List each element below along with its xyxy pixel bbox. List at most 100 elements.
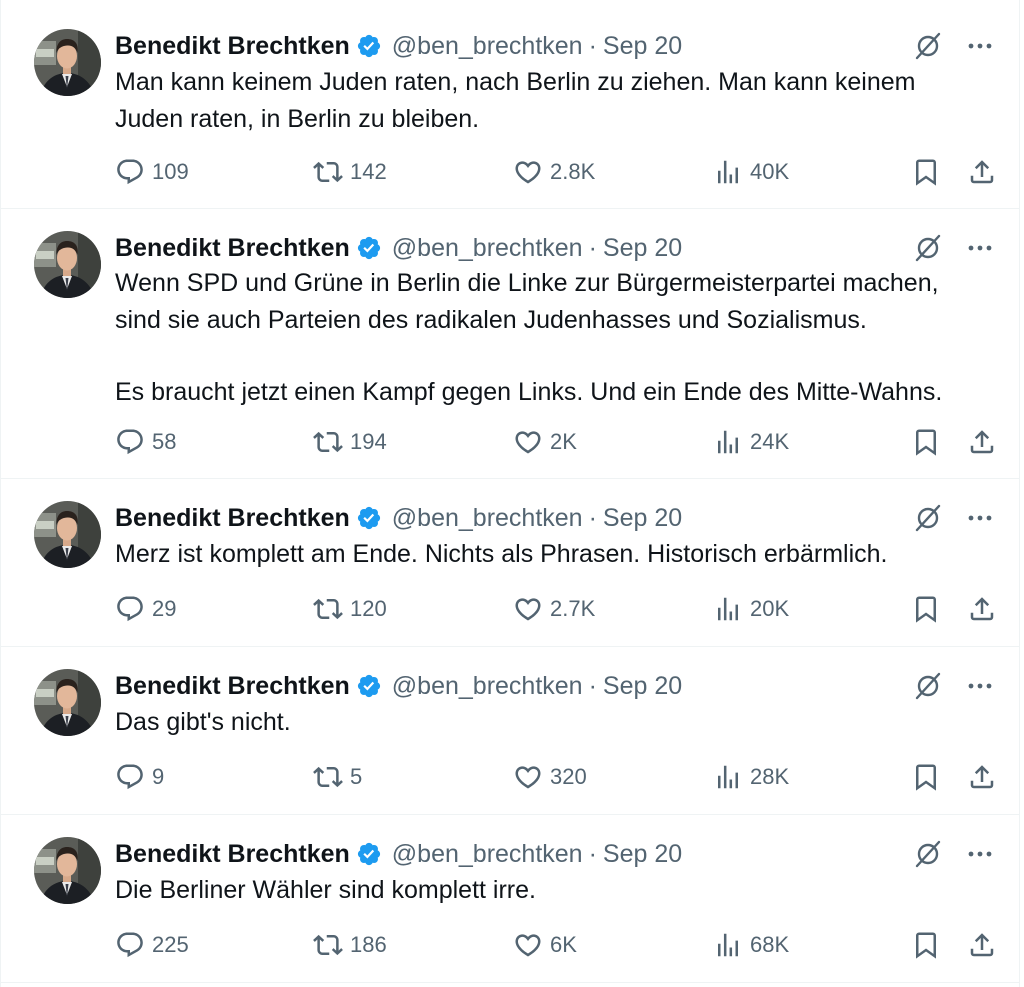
grok-icon[interactable]: [913, 233, 943, 263]
avatar[interactable]: [34, 501, 101, 568]
avatar[interactable]: [34, 669, 101, 736]
views-button[interactable]: 20K: [713, 594, 789, 624]
verified-badge-icon[interactable]: [356, 235, 382, 261]
share-button[interactable]: [967, 594, 997, 624]
share-icon: [970, 160, 994, 184]
more-icon[interactable]: [965, 839, 995, 869]
share-button[interactable]: [967, 427, 997, 457]
tweet-actions: 58 194 2K 24K: [115, 427, 994, 457]
tweet[interactable]: Benedikt Brechtken @ben_brechtken · Sep …: [1, 815, 1019, 983]
share-button[interactable]: [967, 157, 997, 187]
views-icon: [718, 430, 738, 454]
tweet-date[interactable]: Sep 20: [603, 234, 682, 263]
bookmark-button[interactable]: [911, 427, 941, 457]
more-icon[interactable]: [965, 671, 995, 701]
like-button[interactable]: 6K: [513, 930, 577, 960]
tweet-date[interactable]: Sep 20: [603, 672, 682, 701]
tweet-date[interactable]: Sep 20: [603, 32, 682, 61]
author-name[interactable]: Benedikt Brechtken: [115, 840, 350, 869]
separator-dot: ·: [588, 31, 597, 60]
like-button[interactable]: 2.7K: [513, 594, 595, 624]
views-icon: [718, 597, 738, 621]
author-name[interactable]: Benedikt Brechtken: [115, 32, 350, 61]
reply-button[interactable]: 9: [115, 762, 164, 792]
more-icon[interactable]: [965, 31, 995, 61]
author-handle[interactable]: @ben_brechtken: [392, 32, 583, 61]
grok-icon[interactable]: [913, 503, 943, 533]
author-handle[interactable]: @ben_brechtken: [392, 234, 583, 263]
author-handle[interactable]: @ben_brechtken: [392, 672, 583, 701]
retweet-count: 5: [350, 764, 363, 789]
retweet-icon: [313, 431, 343, 453]
verified-badge-icon[interactable]: [356, 33, 382, 59]
views-count: 40K: [750, 159, 790, 184]
separator-dot: ·: [588, 839, 597, 868]
reply-icon: [117, 932, 143, 958]
tweet-paragraph: Die Berliner Wähler sind komplett irre.: [115, 876, 536, 904]
reply-count: 9: [152, 764, 165, 789]
retweet-button[interactable]: 194: [313, 427, 387, 457]
grok-icon[interactable]: [913, 671, 943, 701]
reply-button[interactable]: 225: [115, 930, 189, 960]
verified-badge-icon[interactable]: [356, 505, 382, 531]
reply-button[interactable]: 109: [115, 157, 189, 187]
verified-badge-icon[interactable]: [356, 673, 382, 699]
verified-badge-icon[interactable]: [356, 841, 382, 867]
more-icon[interactable]: [965, 233, 995, 263]
tweet-paragraph: Das gibt's nicht.: [115, 708, 291, 736]
author-name[interactable]: Benedikt Brechtken: [115, 672, 350, 701]
retweet-button[interactable]: 120: [313, 594, 387, 624]
grok-icon[interactable]: [913, 31, 943, 61]
views-button[interactable]: 28K: [713, 762, 789, 792]
retweet-icon: [313, 598, 343, 620]
bookmark-button[interactable]: [911, 930, 941, 960]
like-button[interactable]: 320: [513, 762, 587, 792]
tweet-header: Benedikt Brechtken @ben_brechtken · Sep …: [115, 501, 995, 535]
views-button[interactable]: 68K: [713, 930, 789, 960]
avatar[interactable]: [34, 837, 101, 904]
retweet-button[interactable]: 186: [313, 930, 387, 960]
bookmark-button[interactable]: [911, 157, 941, 187]
author-handle[interactable]: @ben_brechtken: [392, 504, 583, 533]
author-name[interactable]: Benedikt Brechtken: [115, 504, 350, 533]
bookmark-button[interactable]: [911, 594, 941, 624]
views-button[interactable]: 24K: [713, 427, 789, 457]
more-icon[interactable]: [965, 503, 995, 533]
reply-icon: [117, 764, 143, 790]
like-count: 2K: [550, 429, 577, 454]
avatar[interactable]: [34, 231, 101, 298]
tweet-text: Wenn SPD und Grüne in Berlin die Linke z…: [115, 265, 979, 411]
bookmark-icon: [916, 932, 936, 959]
reply-button[interactable]: 58: [115, 427, 176, 457]
views-button[interactable]: 40K: [713, 157, 789, 187]
tweet-date[interactable]: Sep 20: [603, 504, 682, 533]
like-button[interactable]: 2.8K: [513, 157, 595, 187]
tweet[interactable]: Benedikt Brechtken @ben_brechtken · Sep …: [1, 0, 1019, 209]
tweet-text: Man kann keinem Juden raten, nach Berlin…: [115, 64, 979, 138]
grok-icon[interactable]: [913, 839, 943, 869]
share-button[interactable]: [967, 930, 997, 960]
tweet-header: Benedikt Brechtken @ben_brechtken · Sep …: [115, 231, 995, 265]
heart-icon: [515, 598, 541, 621]
reply-button[interactable]: 29: [115, 594, 176, 624]
bookmark-button[interactable]: [911, 762, 941, 792]
avatar[interactable]: [34, 29, 101, 96]
retweet-count: 120: [350, 596, 387, 621]
tweet[interactable]: Benedikt Brechtken @ben_brechtken · Sep …: [1, 479, 1019, 647]
tweet-text: Merz ist komplett am Ende. Nichts als Ph…: [115, 536, 979, 573]
views-count: 24K: [750, 429, 790, 454]
tweet[interactable]: Benedikt Brechtken @ben_brechtken · Sep …: [1, 209, 1019, 479]
retweet-button[interactable]: 5: [313, 762, 362, 792]
separator-dot: ·: [588, 233, 597, 262]
like-count: 2.7K: [550, 596, 596, 621]
tweet[interactable]: Benedikt Brechtken @ben_brechtken · Sep …: [1, 647, 1019, 815]
tweet-paragraph: Wenn SPD und Grüne in Berlin die Linke z…: [115, 269, 939, 334]
heart-icon: [515, 161, 541, 184]
author-name[interactable]: Benedikt Brechtken: [115, 234, 350, 263]
retweet-button[interactable]: 142: [313, 157, 387, 187]
reply-icon: [117, 596, 143, 622]
like-button[interactable]: 2K: [513, 427, 577, 457]
share-button[interactable]: [967, 762, 997, 792]
author-handle[interactable]: @ben_brechtken: [392, 840, 583, 869]
tweet-date[interactable]: Sep 20: [603, 840, 682, 869]
